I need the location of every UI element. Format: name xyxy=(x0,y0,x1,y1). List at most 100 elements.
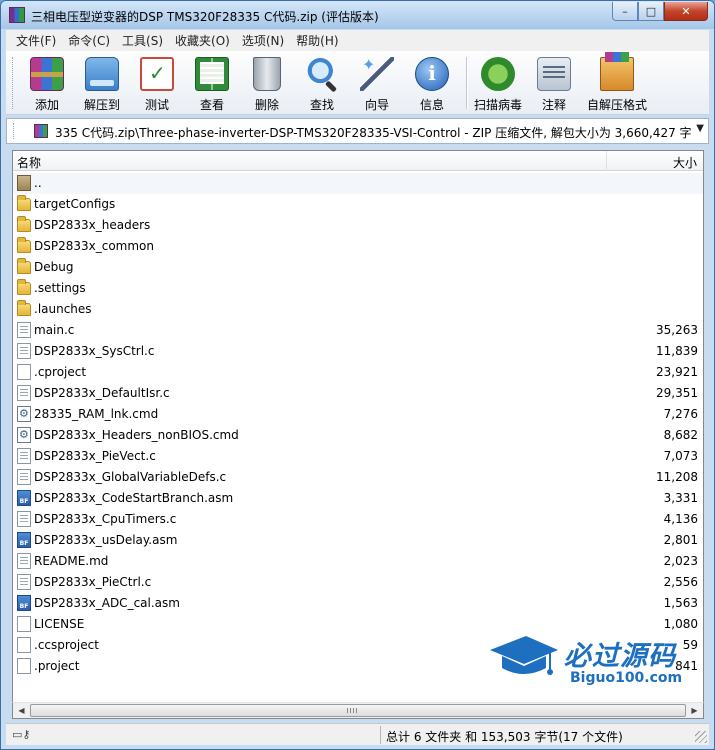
wizard-icon xyxy=(360,55,394,91)
file-row[interactable]: DSP2833x_SysCtrl.c 11,839 xyxy=(13,341,703,362)
find-button[interactable]: 查找 xyxy=(296,55,348,112)
file-row[interactable]: DSP2833x_Headers_nonBIOS.cmd 8,682 xyxy=(13,425,703,446)
file-name: main.c xyxy=(34,323,75,337)
maximize-icon: □ xyxy=(645,4,657,18)
info-icon xyxy=(415,57,449,91)
file-row[interactable]: DSP2833x_GlobalVariableDefs.c 11,208 xyxy=(13,467,703,488)
file-row[interactable]: DSP2833x_usDelay.asm 2,801 xyxy=(13,530,703,551)
menu-tools[interactable]: 工具(S) xyxy=(116,32,169,49)
file-row[interactable]: main.c 35,263 xyxy=(13,320,703,341)
maximize-button[interactable]: □ xyxy=(638,2,664,21)
info-label: 信息 xyxy=(419,98,444,112)
close-button[interactable]: ✕ xyxy=(664,2,708,21)
file-name: DSP2833x_PieCtrl.c xyxy=(34,575,152,589)
horizontal-scrollbar[interactable]: ◀ ▶ xyxy=(12,702,704,719)
file-row[interactable]: .launches xyxy=(13,299,703,320)
menu-options[interactable]: 选项(N) xyxy=(236,32,290,49)
cmd-file-icon xyxy=(17,427,31,443)
resize-grip-icon[interactable] xyxy=(695,731,707,743)
column-separator[interactable] xyxy=(606,151,607,171)
file-row[interactable]: DSP2833x_CpuTimers.c 4,136 xyxy=(13,509,703,530)
graduation-cap-icon xyxy=(490,636,558,675)
file-size: 23,921 xyxy=(656,365,698,379)
status-drive-key-icon[interactable]: ▭⚷ xyxy=(12,728,30,741)
address-grip[interactable] xyxy=(13,123,16,139)
menu-favorites[interactable]: 收藏夹(O) xyxy=(169,32,236,49)
text-file-icon xyxy=(17,322,31,338)
menu-command[interactable]: 命令(C) xyxy=(62,32,116,49)
file-row[interactable]: 28335_RAM_lnk.cmd 7,276 xyxy=(13,404,703,425)
minimize-icon: – xyxy=(622,4,628,18)
parent-folder-icon xyxy=(17,175,31,191)
file-row[interactable]: .. xyxy=(13,173,703,194)
view-icon xyxy=(195,57,229,91)
delete-button[interactable]: 删除 xyxy=(241,55,293,112)
file-row[interactable]: DSP2833x_DefaultIsr.c 29,351 xyxy=(13,383,703,404)
file-size: 35,263 xyxy=(656,323,698,337)
file-name: Debug xyxy=(34,260,74,274)
view-label: 查看 xyxy=(199,98,224,112)
file-row[interactable]: DSP2833x_ADC_cal.asm 1,563 xyxy=(13,593,703,614)
sfx-icon xyxy=(600,52,634,91)
file-row[interactable]: .settings xyxy=(13,278,703,299)
find-icon xyxy=(305,57,339,91)
menu-file[interactable]: 文件(F) xyxy=(10,32,62,49)
file-name: .settings xyxy=(34,281,86,295)
file-name: DSP2833x_common xyxy=(34,239,154,253)
wizard-button[interactable]: 向导 xyxy=(351,55,403,112)
delete-icon xyxy=(253,57,281,91)
test-icon xyxy=(140,57,174,91)
file-name: DSP2833x_DefaultIsr.c xyxy=(34,386,170,400)
toolbar-grip[interactable] xyxy=(12,57,15,109)
wizard-label: 向导 xyxy=(364,98,389,112)
file-size: 4,136 xyxy=(663,512,698,526)
cmd-file-icon xyxy=(17,406,31,422)
file-name: LICENSE xyxy=(34,617,85,631)
file-row[interactable]: README.md 2,023 xyxy=(13,551,703,572)
text-file-icon xyxy=(17,385,31,401)
address-dropdown-icon[interactable]: ▼ xyxy=(696,123,704,134)
extract-to-button[interactable]: 解压到 xyxy=(76,55,128,112)
text-file-icon xyxy=(17,469,31,485)
comment-button[interactable]: 注释 xyxy=(528,55,580,112)
view-button[interactable]: 查看 xyxy=(186,55,238,112)
file-name: DSP2833x_CpuTimers.c xyxy=(34,512,177,526)
virus-scan-icon xyxy=(481,57,515,91)
title-bar[interactable]: 三相电压型逆变器的DSP TMS320F28335 C代码.zip (评估版本)… xyxy=(1,1,714,29)
file-row[interactable]: .cproject 23,921 xyxy=(13,362,703,383)
file-size: 11,839 xyxy=(656,344,698,358)
scroll-thumb[interactable] xyxy=(30,704,686,717)
column-size-header[interactable]: 大小 xyxy=(673,154,697,171)
add-archive-icon xyxy=(30,57,64,91)
file-row[interactable]: DSP2833x_headers xyxy=(13,215,703,236)
file-row[interactable]: DSP2833x_PieVect.c 7,073 xyxy=(13,446,703,467)
virus-scan-button[interactable]: 扫描病毒 xyxy=(470,55,526,112)
file-row[interactable]: DSP2833x_common xyxy=(13,236,703,257)
menu-help[interactable]: 帮助(H) xyxy=(290,32,344,49)
column-name-header[interactable]: 名称 xyxy=(17,154,41,171)
address-bar[interactable]: 335 C代码.zip\Three-phase-inverter-DSP-TMS… xyxy=(6,118,709,144)
file-row[interactable]: Debug xyxy=(13,257,703,278)
virus-scan-label: 扫描病毒 xyxy=(473,98,522,112)
file-size: 2,556 xyxy=(663,575,698,589)
text-file-icon xyxy=(17,511,31,527)
file-name: .cproject xyxy=(34,365,87,379)
file-row[interactable]: DSP2833x_CodeStartBranch.asm 3,331 xyxy=(13,488,703,509)
comment-icon xyxy=(537,57,571,91)
test-button[interactable]: 测试 xyxy=(131,55,183,112)
file-name: .launches xyxy=(34,302,92,316)
scroll-left-icon[interactable]: ◀ xyxy=(13,703,30,718)
scroll-right-icon[interactable]: ▶ xyxy=(686,703,703,718)
file-row[interactable]: targetConfigs xyxy=(13,194,703,215)
sfx-button[interactable]: 自解压格式 xyxy=(584,52,650,112)
minimize-button[interactable]: – xyxy=(612,2,638,21)
winrar-app-icon[interactable] xyxy=(9,7,25,23)
file-row[interactable]: DSP2833x_PieCtrl.c 2,556 xyxy=(13,572,703,593)
file-name: .ccsproject xyxy=(34,638,99,652)
add-button[interactable]: 添加 xyxy=(21,55,73,112)
close-icon: ✕ xyxy=(681,4,691,18)
info-button[interactable]: 信息 xyxy=(406,55,458,112)
folder-icon xyxy=(17,258,31,274)
file-row[interactable]: LICENSE 1,080 xyxy=(13,614,703,635)
watermark-subtitle: Biguo100.com xyxy=(570,670,683,686)
